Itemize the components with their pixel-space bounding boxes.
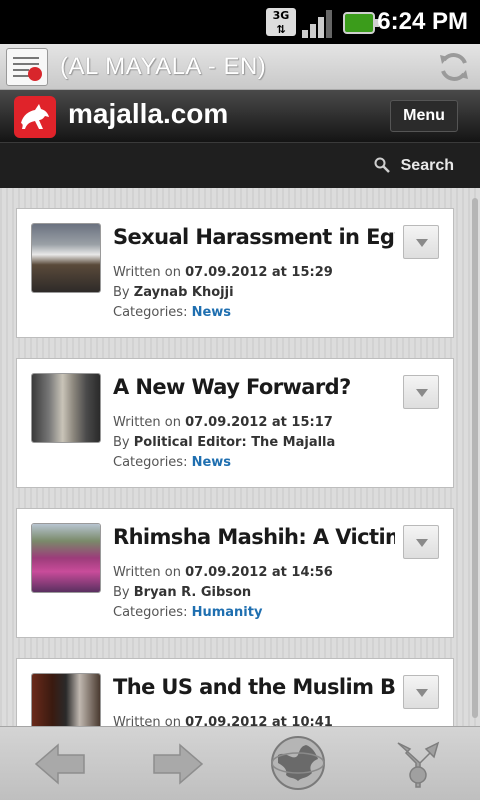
category-link[interactable]: News bbox=[192, 305, 231, 320]
status-bar: 3G ⇅ 6:24 PM bbox=[0, 0, 480, 44]
expand-button[interactable] bbox=[403, 675, 439, 709]
article-author: By Bryan R. Gibson bbox=[113, 585, 252, 600]
article-card[interactable]: Rhimsha Mashih: A Victim ... Written on … bbox=[16, 508, 454, 638]
scrollbar[interactable] bbox=[472, 198, 478, 718]
search-link[interactable]: Search bbox=[401, 157, 454, 175]
article-thumbnail[interactable] bbox=[31, 673, 101, 726]
article-title[interactable]: Rhimsha Mashih: A Victim ... bbox=[113, 525, 395, 549]
globe-icon[interactable] bbox=[268, 733, 328, 793]
article-author: By Political Editor: The Majalla bbox=[113, 435, 336, 450]
majalla-logo[interactable] bbox=[14, 96, 56, 138]
app-title-bar: (AL MAYALA - EN) bbox=[0, 44, 480, 90]
article-title[interactable]: The US and the Muslim Br... bbox=[113, 675, 395, 699]
article-thumbnail[interactable] bbox=[31, 223, 101, 293]
article-categories: Categories: News bbox=[113, 305, 232, 320]
article-thumbnail[interactable] bbox=[31, 373, 101, 443]
site-name[interactable]: majalla.com bbox=[68, 98, 228, 130]
article-title[interactable]: Sexual Harassment in Egypt bbox=[113, 225, 395, 249]
category-link[interactable]: News bbox=[192, 455, 231, 470]
battery-icon bbox=[343, 12, 379, 34]
app-title: (AL MAYALA - EN) bbox=[60, 53, 267, 80]
expand-button[interactable] bbox=[403, 375, 439, 409]
article-author: By Zaynab Khojji bbox=[113, 285, 234, 300]
article-list: Sexual Harassment in Egypt Written on 07… bbox=[0, 188, 480, 726]
article-categories: Categories: News bbox=[113, 455, 232, 470]
share-icon[interactable] bbox=[390, 737, 446, 791]
refresh-icon[interactable] bbox=[436, 49, 472, 85]
article-card[interactable]: Sexual Harassment in Egypt Written on 07… bbox=[16, 208, 454, 338]
article-categories: Categories: Humanity bbox=[113, 605, 263, 620]
article-card[interactable]: A New Way Forward? Written on 07.09.2012… bbox=[16, 358, 454, 488]
article-date: Written on 07.09.2012 at 10:41 bbox=[113, 715, 333, 726]
expand-button[interactable] bbox=[403, 525, 439, 559]
app-icon bbox=[6, 48, 48, 86]
search-icon[interactable] bbox=[374, 157, 390, 173]
article-thumbnail[interactable] bbox=[31, 523, 101, 593]
category-link[interactable]: Humanity bbox=[192, 605, 263, 620]
browser-bottom-bar bbox=[0, 726, 480, 800]
expand-button[interactable] bbox=[403, 225, 439, 259]
site-header: majalla.com Menu bbox=[0, 90, 480, 142]
signal-strength-icon bbox=[302, 6, 336, 38]
article-card[interactable]: The US and the Muslim Br... Written on 0… bbox=[16, 658, 454, 726]
forward-arrow-icon[interactable] bbox=[150, 737, 206, 791]
menu-button[interactable]: Menu bbox=[390, 100, 458, 132]
search-bar: Search bbox=[0, 142, 480, 188]
article-title[interactable]: A New Way Forward? bbox=[113, 375, 395, 399]
article-date: Written on 07.09.2012 at 14:56 bbox=[113, 565, 333, 580]
back-arrow-icon[interactable] bbox=[32, 737, 88, 791]
horse-logo-icon bbox=[21, 104, 49, 129]
article-date: Written on 07.09.2012 at 15:17 bbox=[113, 415, 333, 430]
article-date: Written on 07.09.2012 at 15:29 bbox=[113, 265, 333, 280]
network-3g-icon: 3G ⇅ bbox=[266, 8, 296, 36]
status-time: 6:24 PM bbox=[377, 8, 468, 35]
